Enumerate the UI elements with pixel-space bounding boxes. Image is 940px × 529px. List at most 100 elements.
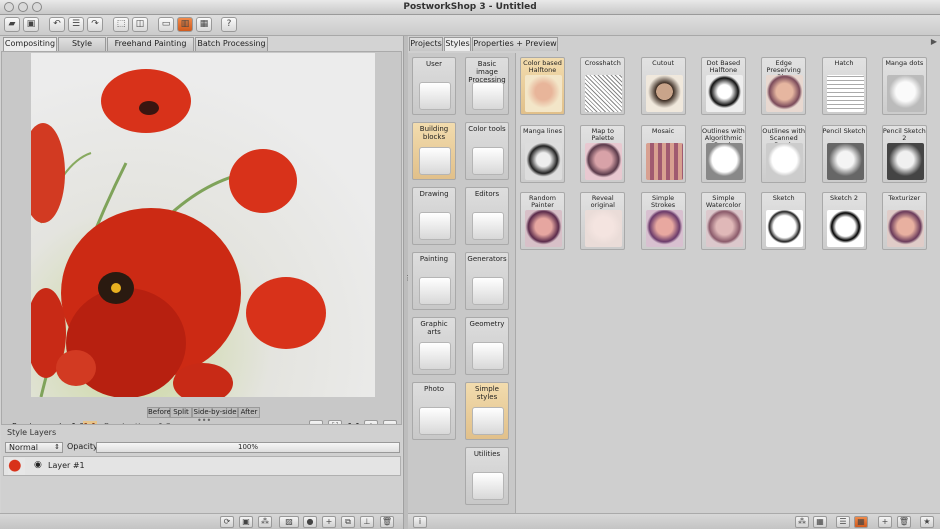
tab-properties-preview[interactable]: Properties + Preview — [472, 37, 558, 51]
category-label: Painting — [419, 255, 449, 263]
style-preview-thumbnail — [585, 210, 623, 247]
style-preview-thumbnail — [645, 142, 683, 180]
style-tile[interactable]: Simple Strokes — [640, 192, 686, 250]
category-tile[interactable]: Graphic arts — [412, 317, 456, 375]
help-button[interactable]: ? — [221, 17, 237, 32]
preview-image[interactable] — [31, 53, 375, 397]
open-folder-icon[interactable]: ▰ — [4, 17, 20, 32]
category-tile[interactable]: Generators — [465, 252, 509, 310]
tab-compositing[interactable]: Compositing — [3, 37, 57, 51]
category-tile[interactable]: Simple styles — [465, 382, 509, 440]
style-tile[interactable]: Reveal original — [580, 192, 626, 250]
add-layer-icon[interactable]: + — [322, 516, 336, 528]
category-tile[interactable]: User — [412, 57, 456, 115]
style-tile[interactable]: Hatch — [821, 57, 867, 115]
refresh-icon[interactable]: ⟳ — [220, 516, 234, 528]
layout-split-icon[interactable]: ▥ — [177, 17, 193, 32]
selection-icon[interactable]: ⬚ — [113, 17, 129, 32]
snapshot-icon[interactable]: ◫ — [132, 17, 148, 32]
view-split-button[interactable]: Split — [170, 407, 192, 418]
view-before-button[interactable]: Before — [147, 407, 171, 418]
category-tile[interactable]: Drawing — [412, 187, 456, 245]
style-tile[interactable]: Texturizer — [881, 192, 927, 250]
undo-icon[interactable]: ↶ — [49, 17, 65, 32]
style-preview-thumbnail — [766, 75, 804, 112]
category-thumbnail — [419, 407, 451, 435]
opacity-slider[interactable]: 100% — [96, 442, 400, 453]
style-tile[interactable]: Manga dots — [881, 57, 927, 115]
style-preview-thumbnail — [525, 75, 562, 112]
info-button[interactable]: i — [413, 516, 427, 528]
style-tile[interactable]: Cutout — [640, 57, 686, 115]
favorite-star-icon[interactable]: ★ — [920, 516, 934, 528]
style-tile[interactable]: Dot Based Halftone — [700, 57, 746, 115]
tab-projects[interactable]: Projects — [409, 37, 443, 51]
tab-batch-processing[interactable]: Batch Processing — [195, 37, 268, 51]
style-tile[interactable]: Random Painter — [520, 192, 565, 250]
category-tile[interactable]: Utilities — [465, 447, 509, 505]
layer-row[interactable]: ◉ Layer #1 — [3, 456, 401, 476]
save-icon[interactable]: ▣ — [23, 17, 39, 32]
style-tile[interactable]: Pencil Sketch — [821, 124, 867, 183]
tab-style-editor[interactable]: Style Editor — [58, 37, 106, 60]
style-tile[interactable]: Sketch 2 — [821, 192, 867, 250]
style-preview-thumbnail — [705, 142, 743, 180]
style-label: Simple Watercolor — [705, 194, 741, 209]
style-tile[interactable]: Sketch — [761, 192, 807, 250]
category-label: Utilities — [473, 450, 501, 458]
history-list-icon[interactable]: ☰ — [68, 17, 84, 32]
duplicate-layer-icon[interactable]: ⧉ — [341, 516, 355, 528]
tab-freehand-painting[interactable]: Freehand Painting — [107, 37, 194, 51]
layers-grip-icon[interactable]: ••• — [197, 417, 211, 425]
merge-layer-icon[interactable]: ⊥ — [360, 516, 374, 528]
blend-mode-select[interactable]: Normal ⇕ — [5, 442, 63, 453]
style-network-icon[interactable]: ⁂ — [795, 516, 809, 528]
category-tile[interactable]: Painting — [412, 252, 456, 310]
category-tile[interactable]: Building blocks — [412, 122, 456, 180]
layout-single-icon[interactable]: ▭ — [158, 17, 174, 32]
category-label: Geometry — [469, 320, 505, 328]
view-after-button[interactable]: After — [238, 407, 260, 418]
panel-collapse-arrow-icon[interactable]: ▶ — [931, 37, 937, 46]
category-tile[interactable]: Color tools — [465, 122, 509, 180]
style-tile[interactable]: Outlines with Algorithmic Brush — [700, 124, 746, 183]
small-grid-icon[interactable]: ▦ — [813, 516, 827, 528]
layer-thumbnail — [8, 458, 25, 475]
style-tile[interactable]: Map to Palette — [580, 124, 626, 183]
style-preview-thumbnail — [585, 142, 623, 180]
list-view-icon[interactable]: ☰ — [836, 516, 850, 528]
category-list: User Basic image Processing Building block… — [408, 53, 516, 513]
preview-canvas[interactable]: Before Split Side-by-side After Preview … — [1, 51, 402, 440]
style-tile[interactable]: Color based Halftone — [520, 57, 565, 115]
layout-grid-icon[interactable]: ▦ — [196, 17, 212, 32]
save-layers-icon[interactable]: ▣ — [239, 516, 253, 528]
category-thumbnail — [472, 342, 504, 370]
style-tile[interactable]: Outlines with Scanned Brush — [761, 124, 807, 183]
style-tile[interactable]: Simple Watercolor — [700, 192, 746, 250]
style-nodes-icon[interactable]: ⁂ — [258, 516, 272, 528]
mask-icon[interactable]: ● — [303, 516, 317, 528]
category-label: Simple styles — [475, 385, 499, 401]
delete-style-icon[interactable]: 🗑 — [897, 516, 911, 528]
thumbnail-view-icon[interactable]: ▦ — [854, 516, 868, 528]
image-options-icon[interactable]: ▨ — [279, 516, 299, 528]
tab-styles[interactable]: Styles — [444, 37, 471, 51]
style-preview-thumbnail — [705, 210, 743, 247]
style-tile[interactable]: Edge Preserving Blur — [761, 57, 807, 115]
style-tile[interactable]: Pencil Sketch 2 — [881, 124, 927, 183]
opacity-label: Opacity: — [67, 442, 100, 451]
category-tile[interactable]: Editors — [465, 187, 509, 245]
style-preview-thumbnail — [645, 75, 683, 112]
style-tile[interactable]: Crosshatch — [580, 57, 626, 115]
category-tile[interactable]: Basic image Processing — [465, 57, 509, 115]
trash-icon[interactable]: 🗑 — [380, 516, 394, 528]
category-label: User — [426, 60, 442, 68]
style-tile[interactable]: Manga lines — [520, 124, 565, 183]
category-tile[interactable]: Photo — [412, 382, 456, 440]
eye-icon[interactable]: ◉ — [34, 460, 42, 470]
redo-icon[interactable]: ↷ — [87, 17, 103, 32]
style-tile[interactable]: Mosaic — [640, 124, 686, 183]
style-label: Reveal original — [590, 194, 615, 209]
category-tile[interactable]: Geometry — [465, 317, 509, 375]
add-style-icon[interactable]: + — [878, 516, 892, 528]
